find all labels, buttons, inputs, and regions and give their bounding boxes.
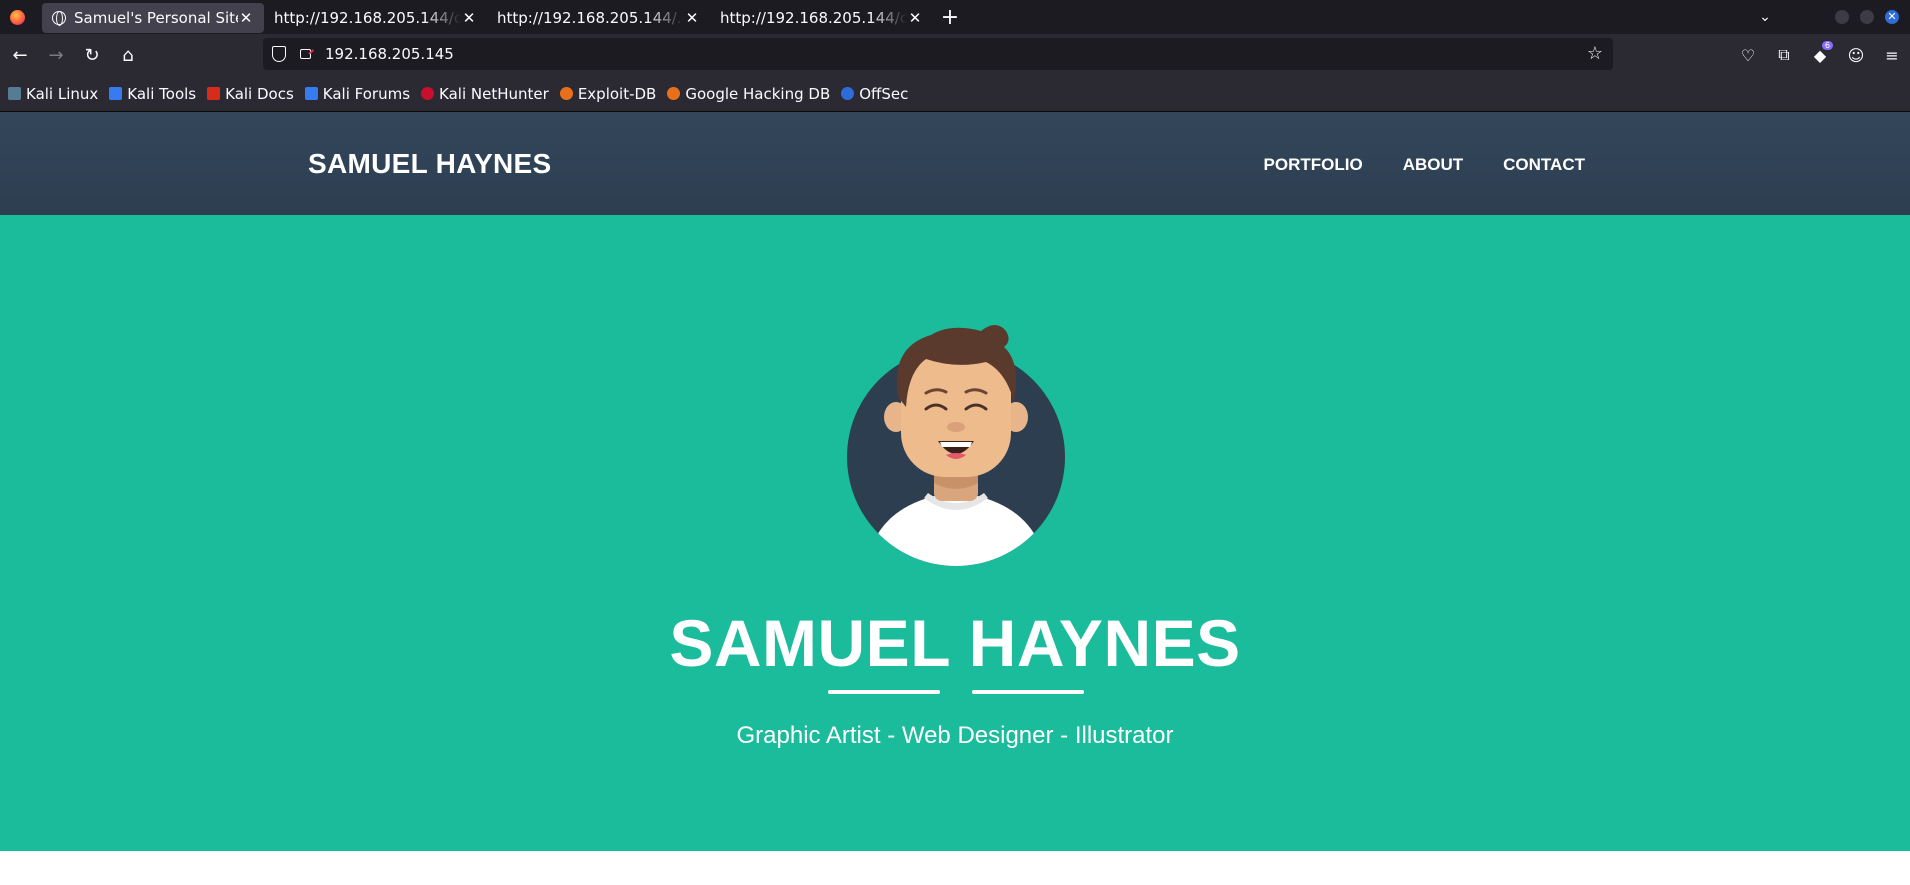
site-brand[interactable]: SAMUEL HAYNES bbox=[308, 148, 552, 180]
maximize-button[interactable] bbox=[1860, 10, 1874, 24]
kali-docs-icon bbox=[207, 87, 221, 100]
new-tab-button[interactable]: + bbox=[933, 5, 967, 30]
tab-title: http://192.168.205.144/.git/H bbox=[497, 9, 684, 27]
close-tab-icon[interactable]: ✕ bbox=[461, 9, 477, 27]
insecure-connection-icon[interactable] bbox=[300, 49, 311, 59]
close-tab-icon[interactable]: ✕ bbox=[684, 9, 700, 27]
bookmark-kali-nethunter[interactable]: Kali NetHunter bbox=[421, 85, 549, 103]
pocket-icon[interactable]: ♡ bbox=[1730, 46, 1766, 65]
tab-title: http://192.168.205.144/cms/ bbox=[274, 9, 461, 27]
tab-bar: Samuel's Personal Site ✕ http://192.168.… bbox=[0, 0, 1910, 34]
nav-link-contact[interactable]: CONTACT bbox=[1503, 155, 1585, 175]
bookmark-label: Kali Linux bbox=[26, 84, 99, 103]
hero-title: SAMUEL HAYNES bbox=[669, 606, 1241, 680]
hero-subtitle: Graphic Artist - Web Designer - Illustra… bbox=[736, 722, 1174, 749]
site-navbar: SAMUEL HAYNES PORTFOLIO ABOUT CONTACT bbox=[0, 112, 1910, 215]
web-page: SAMUEL HAYNES PORTFOLIO ABOUT CONTACT SA… bbox=[0, 112, 1910, 885]
exploit-db-icon bbox=[559, 87, 573, 100]
home-icon[interactable]: ⌂ bbox=[110, 37, 146, 73]
bookmark-kali-tools[interactable]: Kali Tools bbox=[109, 85, 196, 103]
minimize-button[interactable] bbox=[1835, 10, 1849, 24]
forward-icon[interactable]: → bbox=[38, 37, 74, 73]
extensions-icon[interactable]: ⧉ bbox=[1766, 45, 1802, 65]
bookmarks-toolbar: Kali Linux Kali Tools Kali Docs Kali For… bbox=[0, 76, 1910, 112]
bookmark-exploit-db[interactable]: Exploit-DB bbox=[559, 84, 657, 103]
tab-title: http://192.168.205.144/cms/ bbox=[720, 9, 907, 27]
tab-samuels-personal-site[interactable]: Samuel's Personal Site ✕ bbox=[42, 3, 264, 33]
bookmark-kali-linux[interactable]: Kali Linux bbox=[8, 85, 98, 103]
extension-badge: 6 bbox=[1821, 40, 1833, 50]
google-hacking-db-icon bbox=[667, 87, 681, 100]
bookmark-label: OffSec bbox=[859, 84, 909, 103]
bookmark-label: Kali Docs bbox=[225, 84, 294, 103]
bookmark-kali-forums[interactable]: Kali Forums bbox=[304, 84, 411, 103]
back-icon[interactable]: ← bbox=[2, 37, 38, 73]
navigation-toolbar: ← → ↻ ⌂ 192.168.205.145 ☆ ♡ ⧉ ◆ 6 ☺ ≡ bbox=[0, 34, 1910, 76]
list-all-tabs-icon[interactable]: ⌄ bbox=[1750, 9, 1780, 25]
tab-cms-2[interactable]: http://192.168.205.144/cms/ ✕ bbox=[710, 3, 933, 33]
firefox-icon[interactable] bbox=[0, 0, 34, 34]
profile-icon[interactable]: ☺ bbox=[1838, 46, 1874, 65]
url-text[interactable]: 192.168.205.145 bbox=[325, 45, 454, 63]
close-tab-icon[interactable]: ✕ bbox=[238, 9, 254, 27]
address-bar[interactable]: 192.168.205.145 ☆ bbox=[263, 38, 1613, 70]
extension-icon[interactable]: ◆ 6 bbox=[1802, 40, 1838, 65]
kali-nethunter-icon bbox=[421, 87, 435, 100]
bookmark-label: Kali NetHunter bbox=[439, 84, 549, 103]
nav-link-portfolio[interactable]: PORTFOLIO bbox=[1264, 155, 1363, 175]
avatar-image bbox=[847, 325, 1065, 566]
bookmark-google-hacking-db[interactable]: Google Hacking DB bbox=[667, 85, 830, 103]
divider-line bbox=[972, 690, 1084, 694]
bookmark-offsec[interactable]: OffSec bbox=[841, 85, 908, 103]
next-section bbox=[0, 851, 1910, 885]
globe-icon bbox=[52, 11, 66, 26]
bookmark-label: Kali Forums bbox=[322, 84, 411, 103]
bookmark-star-icon[interactable]: ☆ bbox=[1587, 43, 1603, 64]
tab-title: Samuel's Personal Site bbox=[74, 9, 238, 27]
nav-link-about[interactable]: ABOUT bbox=[1403, 155, 1463, 175]
close-window-button[interactable]: ✕ bbox=[1885, 10, 1899, 24]
kali-forums-icon bbox=[304, 87, 318, 100]
reload-icon[interactable]: ↻ bbox=[74, 37, 110, 73]
offsec-icon bbox=[841, 87, 855, 100]
bookmark-label: Kali Tools bbox=[127, 84, 197, 103]
bookmark-label: Exploit-DB bbox=[577, 84, 657, 103]
close-tab-icon[interactable]: ✕ bbox=[907, 9, 923, 27]
site-nav-links: PORTFOLIO ABOUT CONTACT bbox=[1224, 155, 1585, 175]
divider-line bbox=[828, 690, 940, 694]
bookmark-label: Google Hacking DB bbox=[685, 84, 831, 103]
menu-icon[interactable]: ≡ bbox=[1874, 46, 1910, 65]
bookmark-kali-docs[interactable]: Kali Docs bbox=[207, 85, 294, 103]
tab-git[interactable]: http://192.168.205.144/.git/H ✕ bbox=[487, 3, 710, 33]
kali-linux-icon bbox=[8, 87, 21, 100]
tracking-protection-icon[interactable] bbox=[272, 46, 286, 62]
tab-cms-1[interactable]: http://192.168.205.144/cms/ ✕ bbox=[264, 3, 487, 33]
kali-tools-icon bbox=[109, 87, 123, 100]
